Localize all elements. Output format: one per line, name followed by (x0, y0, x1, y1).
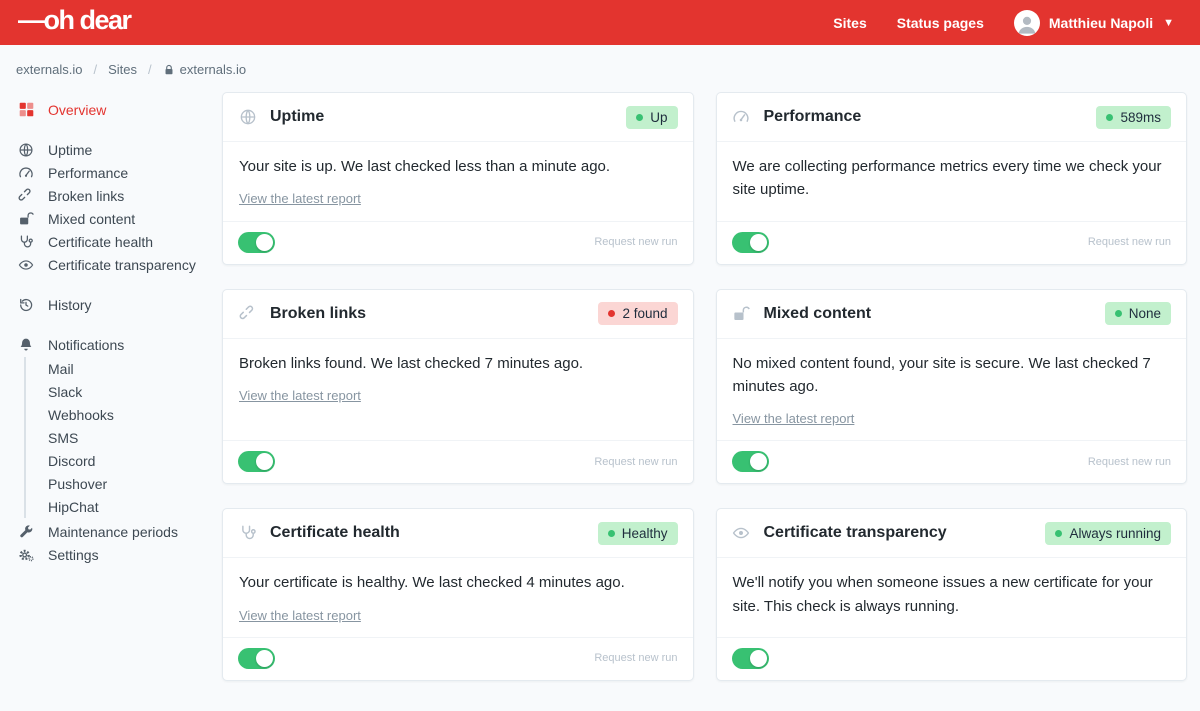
performance-card: Performance 589ms We are collecting perf… (715, 92, 1187, 265)
breadcrumb-sites[interactable]: Sites (108, 62, 137, 77)
card-title: Mixed content (763, 304, 872, 322)
globe-icon (238, 108, 257, 127)
card-message: Broken links found. We last checked 7 mi… (239, 354, 584, 372)
lock-icon (165, 64, 173, 74)
sidebar-item-sms[interactable]: SMS (48, 426, 220, 449)
sidebar-item-overview[interactable]: Overview (17, 98, 220, 121)
main-content: Uptime Up Your site is up. We last check… (220, 92, 1200, 711)
nav-sites[interactable]: Sites (833, 15, 866, 31)
wrench-icon (17, 523, 35, 541)
sidebar-item-slack[interactable]: Slack (48, 380, 220, 403)
sidebar: Overview Uptime Performance Broken links… (0, 92, 220, 566)
status-dot (1106, 113, 1114, 121)
sidebar-item-history[interactable]: History (17, 293, 220, 316)
breadcrumb-separator: / (93, 62, 98, 77)
oh-dear-logo[interactable]: —oh dear (18, 7, 132, 38)
sidebar-item-mixed-content[interactable]: Mixed content (17, 207, 220, 230)
sidebar-item-hipchat[interactable]: HipChat (48, 495, 220, 518)
status-dot (608, 310, 616, 317)
sidebar-item-certificate-transparency[interactable]: Certificate transparency (17, 253, 220, 276)
card-message: Your certificate is healthy. We last che… (239, 574, 625, 592)
sidebar-item-maintenance-periods[interactable]: Maintenance periods (17, 520, 220, 543)
sidebar-item-certificate-health[interactable]: Certificate health (17, 230, 220, 253)
broken-link-icon (17, 187, 35, 205)
header-nav: Sites Status pages Matthieu Napoli ▼ (833, 9, 1174, 36)
unlock-icon (732, 304, 751, 323)
avatar (1013, 9, 1040, 36)
breadcrumb: externals.io / Sites / externals.io (0, 45, 1200, 92)
user-name: Matthieu Napoli (1048, 14, 1154, 31)
sidebar-item-settings[interactable]: Settings (17, 543, 220, 566)
card-message: Your site is up. We last checked less th… (239, 158, 611, 175)
view-latest-report-link[interactable]: View the latest report (239, 606, 361, 626)
sidebar-item-webhooks[interactable]: Webhooks (48, 403, 220, 426)
check-enabled-toggle[interactable] (238, 647, 275, 669)
request-new-run-link[interactable]: Request new run (594, 236, 677, 248)
card-title: Uptime (270, 108, 325, 125)
breadcrumb-site[interactable]: externals.io (16, 62, 82, 77)
view-latest-report-link[interactable]: View the latest report (239, 386, 361, 406)
sidebar-item-performance[interactable]: Performance (17, 161, 220, 184)
request-new-run-link[interactable]: Request new run (594, 652, 677, 664)
uptime-card: Uptime Up Your site is up. We last check… (222, 92, 694, 265)
certificate-transparency-card: Certificate transparency Always running … (715, 508, 1187, 681)
app-header: —oh dear Sites Status pages Matthieu Nap… (0, 0, 1200, 45)
status-dot (1114, 310, 1122, 317)
mixed-content-card: Mixed content None No mixed content foun… (715, 288, 1187, 485)
status-badge: Healthy (597, 521, 678, 545)
status-badge: 2 found (598, 302, 678, 325)
notification-channels: Mail Slack Webhooks SMS Discord Pushover… (24, 357, 220, 518)
sidebar-item-broken-links[interactable]: Broken links (17, 184, 220, 207)
user-menu[interactable]: Matthieu Napoli ▼ (1013, 9, 1174, 36)
status-dot (1055, 529, 1063, 537)
check-enabled-toggle[interactable] (731, 647, 769, 669)
request-new-run-link[interactable]: Request new run (594, 456, 677, 468)
breadcrumb-separator: / (148, 62, 152, 77)
card-message: We'll notify you when someone issues a n… (732, 574, 1153, 615)
status-dot (636, 113, 644, 121)
view-latest-report-link[interactable]: View the latest report (733, 409, 855, 429)
broken-links-card: Broken links 2 found Broken links found.… (222, 288, 694, 485)
sidebar-item-uptime[interactable]: Uptime (17, 138, 220, 161)
view-latest-report-link[interactable]: View the latest report (239, 189, 361, 209)
sidebar-item-notifications[interactable]: Notifications (17, 333, 220, 356)
card-title: Performance (763, 108, 862, 125)
unlock-icon (17, 210, 35, 228)
history-icon (17, 296, 35, 314)
card-title: Certificate transparency (763, 524, 947, 542)
card-title: Certificate health (270, 524, 400, 542)
breadcrumb-site-url[interactable]: externals.io (163, 62, 246, 77)
gear-icon (17, 546, 35, 564)
sidebar-item-mail[interactable]: Mail (48, 357, 220, 380)
nav-status-pages[interactable]: Status pages (897, 15, 984, 31)
stethoscope-icon (238, 524, 257, 543)
stethoscope-icon (17, 233, 35, 251)
status-badge: Always running (1045, 521, 1171, 545)
chevron-down-icon: ▼ (1163, 16, 1174, 29)
card-message: We are collecting performance metrics ev… (732, 158, 1162, 199)
check-enabled-toggle[interactable] (238, 451, 275, 473)
gauge-icon (17, 164, 35, 182)
bell-icon (17, 336, 35, 354)
eye-icon (732, 524, 751, 543)
sidebar-item-discord[interactable]: Discord (48, 449, 220, 472)
sidebar-item-pushover[interactable]: Pushover (48, 472, 220, 495)
card-title: Broken links (270, 304, 367, 322)
grid-icon (17, 101, 35, 119)
status-dot (607, 529, 615, 537)
check-enabled-toggle[interactable] (731, 451, 769, 473)
card-message: No mixed content found, your site is sec… (732, 354, 1151, 395)
status-badge: None (1104, 302, 1171, 325)
broken-link-icon (238, 304, 257, 323)
gauge-icon (732, 108, 751, 127)
request-new-run-link[interactable]: Request new run (1088, 236, 1171, 248)
globe-icon (17, 141, 35, 159)
request-new-run-link[interactable]: Request new run (1088, 456, 1171, 468)
eye-icon (17, 256, 35, 274)
status-badge: Up (626, 105, 678, 129)
check-enabled-toggle[interactable] (238, 231, 275, 253)
check-enabled-toggle[interactable] (731, 231, 769, 253)
certificate-health-card: Certificate health Healthy Your certific… (222, 508, 694, 681)
status-badge: 589ms (1096, 105, 1171, 129)
